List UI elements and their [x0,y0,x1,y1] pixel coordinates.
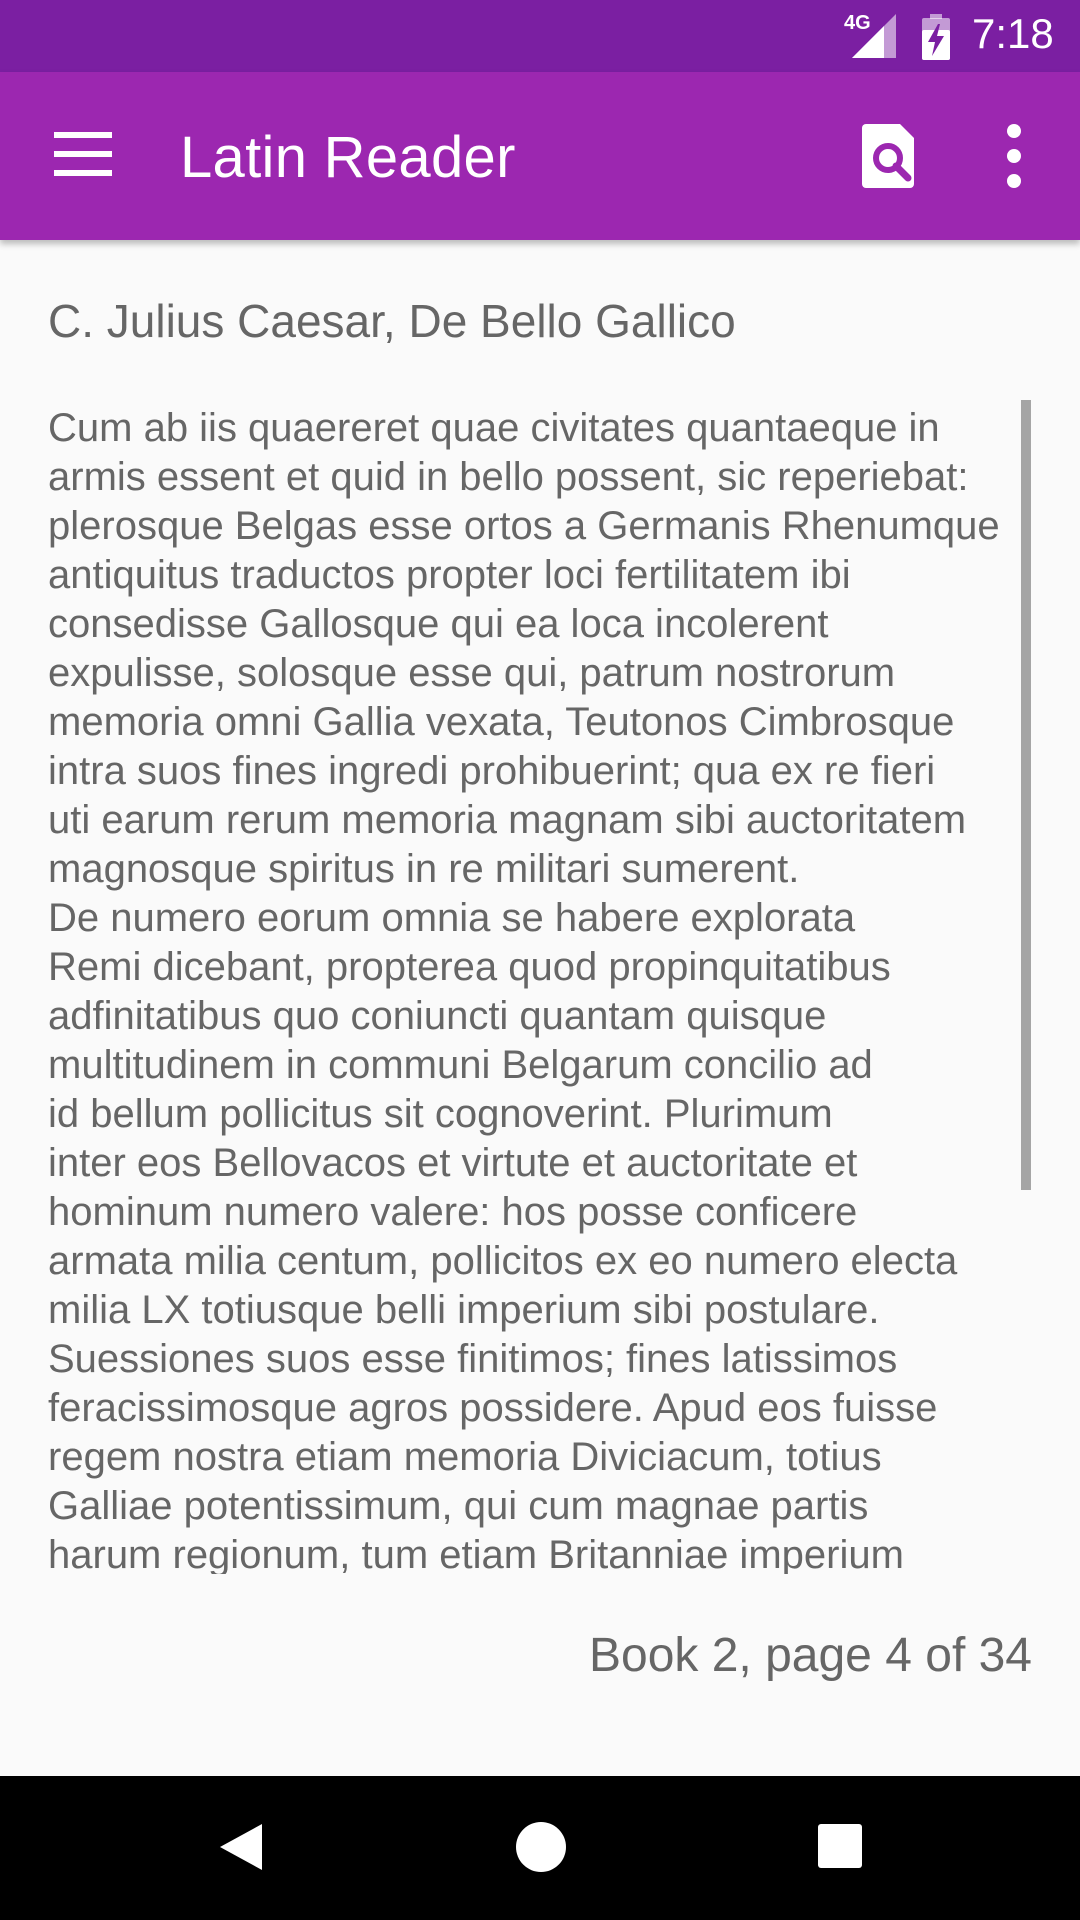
book-title: C. Julius Caesar, De Bello Gallico [48,295,736,347]
signal-icon [852,14,896,58]
status-bar: 4G 7:18 [0,0,1080,72]
home-icon[interactable] [516,1822,566,1872]
scrollbar[interactable] [1021,400,1031,1190]
search-document-icon[interactable] [862,124,918,188]
battery-charging-icon [922,14,950,60]
recents-icon[interactable] [818,1824,862,1868]
reader-text[interactable]: Cum ab iis quaereret quae civitates quan… [48,404,1033,1574]
page-indicator: Book 2, page 4 of 34 [588,1629,1032,1682]
app-bar: Latin Reader [0,72,1080,240]
more-vert-icon[interactable] [996,124,1032,188]
menu-icon[interactable] [54,132,112,176]
app-title: Latin Reader [180,125,516,190]
status-time: 7:18 [972,10,1054,57]
back-icon[interactable] [216,1822,264,1872]
